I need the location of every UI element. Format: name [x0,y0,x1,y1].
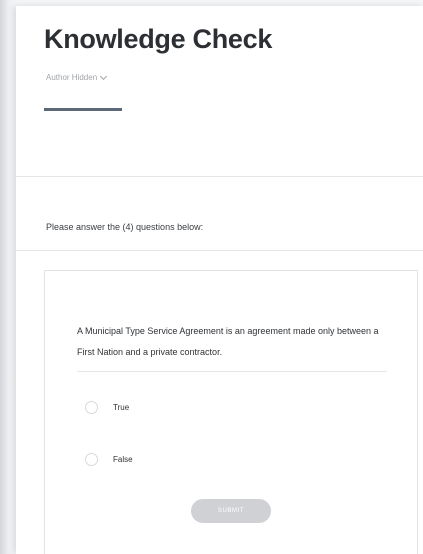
section-divider [16,176,423,177]
author-dropdown[interactable]: Author Hidden [46,72,108,82]
section-divider [16,250,423,251]
answer-option-true[interactable]: True [85,401,129,414]
question-divider [77,371,387,372]
screenshot-frame: Knowledge Check Author Hidden Please ans… [0,0,423,554]
page-title: Knowledge Check [44,24,273,54]
answer-option-false[interactable]: False [85,453,133,466]
instructions-text: Please answer the (4) questions below: [46,222,204,232]
answer-label: True [113,403,130,412]
radio-button[interactable] [85,453,98,466]
question-card: A Municipal Type Service Agreement is an… [44,270,418,554]
author-label: Author Hidden [46,73,98,82]
question-text: A Municipal Type Service Agreement is an… [77,326,379,357]
answer-label: False [113,455,133,464]
lesson-header: Knowledge Check Author Hidden [16,6,423,176]
lesson-page: Knowledge Check Author Hidden Please ans… [16,6,423,554]
submit-button[interactable]: SUBMIT [191,499,271,523]
radio-button[interactable] [85,401,98,414]
title-accent-bar [44,108,122,111]
chevron-down-icon [100,72,108,80]
